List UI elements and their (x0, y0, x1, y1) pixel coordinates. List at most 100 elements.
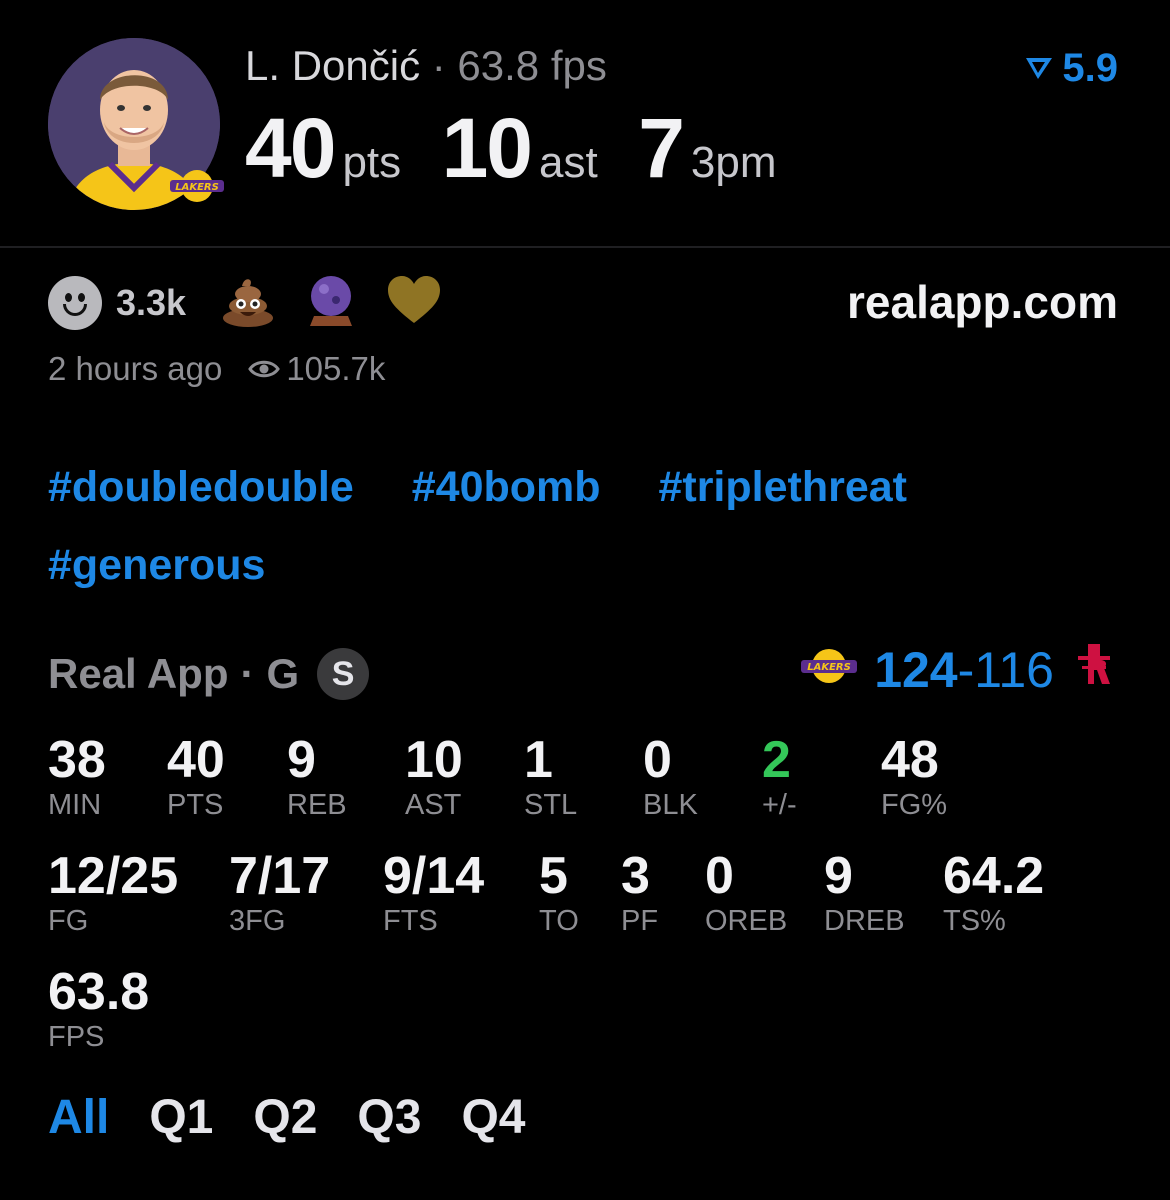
stat-value: 9/14 (383, 847, 485, 905)
stat-3fg: 7/17 3FG (229, 848, 330, 938)
stat-value: 38 (48, 731, 106, 789)
rating-value: 5.9 (1062, 46, 1118, 90)
stat-fg-pct: 48 FG% (881, 732, 947, 822)
crystal-ball-emoji-icon[interactable] (306, 272, 356, 333)
stat-value: 2 (762, 731, 791, 789)
stat-value: 10 (405, 731, 463, 789)
stat-oreb: 0 OREB (705, 848, 787, 938)
site-link[interactable]: realapp.com (847, 275, 1118, 329)
header-divider (0, 246, 1170, 248)
stat-source: Real App · G S (48, 648, 370, 700)
away-score: 116 (974, 642, 1054, 698)
period-tabs: All Q1 Q2 Q3 Q4 (48, 1090, 525, 1145)
headline-points-value: 40 (245, 101, 336, 195)
svg-text:LAKERS: LAKERS (807, 662, 851, 673)
hashtags: #doubledouble #40bomb #triplethreat #gen… (48, 448, 1128, 604)
hashtag[interactable]: #triplethreat (658, 448, 907, 526)
stat-label: FG (48, 905, 89, 937)
fantasy-points-text: 63.8 fps (457, 42, 607, 89)
stat-min: 38 MIN (48, 732, 106, 822)
rating-arrow-icon (1024, 46, 1054, 91)
stat-label: FG% (881, 789, 948, 821)
stat-fg: 12/25 FG (48, 848, 178, 938)
stat-value: 7/17 (229, 847, 331, 905)
post-meta: 2 hours ago 105.7k (48, 350, 385, 388)
score-dash: - (957, 642, 975, 698)
tab-all[interactable]: All (48, 1090, 109, 1145)
rockets-logo-icon (1074, 640, 1114, 700)
rating-indicator[interactable]: 5.9 (1024, 46, 1118, 91)
time-ago: 2 hours ago (48, 350, 223, 387)
stat-label: PF (621, 905, 659, 937)
stat-label: FPS (48, 1021, 105, 1053)
source-separator: · (240, 650, 255, 697)
stat-plus-minus: 2 +/- (762, 732, 797, 822)
stat-value: 64.2 (943, 847, 1045, 905)
stat-label: DREB (824, 905, 905, 937)
headline-stats: 40 pts 10 ast 7 3pm (245, 100, 813, 197)
stat-fts: 9/14 FTS (383, 848, 484, 938)
views-group: 105.7k (248, 350, 385, 388)
stat-value: 1 (524, 731, 553, 789)
tab-q2[interactable]: Q2 (253, 1090, 317, 1145)
stat-value: 12/25 (48, 847, 179, 905)
home-score: 124 (874, 642, 958, 698)
lakers-badge-icon: LAKERS (166, 166, 228, 211)
hashtag[interactable]: #doubledouble (48, 448, 354, 526)
stat-value: 63.8 (48, 963, 150, 1021)
stat-label: PTS (167, 789, 224, 821)
smiley-reaction-icon[interactable] (48, 275, 102, 330)
svg-text:LAKERS: LAKERS (175, 182, 219, 193)
stat-ast: 10 AST (405, 732, 463, 822)
stat-label: TO (539, 905, 579, 937)
stat-label: OREB (705, 905, 788, 937)
stat-dreb: 9 DREB (824, 848, 905, 938)
tab-q4[interactable]: Q4 (461, 1090, 525, 1145)
stat-label: BLK (643, 789, 698, 821)
tab-q3[interactable]: Q3 (357, 1090, 421, 1145)
reaction-count: 3.3k (116, 281, 187, 323)
stat-value: 9 (287, 731, 316, 789)
status-badge: S (317, 648, 370, 700)
stat-label: AST (405, 789, 462, 821)
headline-points-unit: pts (342, 138, 402, 187)
stat-label: REB (287, 789, 347, 821)
headline-assists-unit: ast (539, 138, 598, 187)
stat-label: 3FG (229, 905, 286, 937)
lakers-logo-icon: LAKERS (798, 641, 860, 699)
stat-label: STL (524, 789, 578, 821)
stat-label: MIN (48, 789, 102, 821)
headline-threes-unit: 3pm (690, 138, 777, 187)
headline-assists-value: 10 (441, 101, 533, 195)
source-name[interactable]: Real App (48, 650, 228, 698)
tab-q1[interactable]: Q1 (149, 1090, 213, 1145)
stat-value: 0 (643, 731, 672, 789)
poop-emoji-icon[interactable] (220, 272, 276, 333)
stat-ts-pct: 64.2 TS% (943, 848, 1044, 938)
stat-reb: 9 REB (287, 732, 347, 822)
stat-value: 3 (621, 847, 650, 905)
stat-value: 5 (539, 847, 568, 905)
stat-label: FTS (383, 905, 438, 937)
player-title: L. Dončić · 63.8 fps (245, 42, 607, 90)
eye-icon (248, 350, 281, 388)
stat-stl: 1 STL (524, 732, 577, 822)
stat-blk: 0 BLK (643, 732, 698, 822)
stat-value: 40 (167, 731, 225, 789)
player-name[interactable]: L. Dončić (245, 42, 420, 89)
stat-pts: 40 PTS (167, 732, 225, 822)
game-score[interactable]: LAKERS 124-116 (798, 640, 1114, 700)
reactions-bar: 3.3k (48, 272, 472, 333)
hashtag[interactable]: #generous (48, 526, 265, 604)
stat-label: TS% (943, 905, 1006, 937)
stat-value: 48 (881, 731, 939, 789)
stat-fps: 63.8 FPS (48, 964, 149, 1054)
headline-threes-value: 7 (638, 101, 685, 195)
stat-value: 9 (824, 847, 853, 905)
stat-pf: 3 PF (621, 848, 658, 938)
hashtag[interactable]: #40bomb (412, 448, 601, 526)
stat-to: 5 TO (539, 848, 579, 938)
player-position: G (266, 650, 300, 697)
gold-heart-emoji-icon[interactable] (386, 275, 442, 330)
stat-value: 0 (705, 847, 734, 905)
